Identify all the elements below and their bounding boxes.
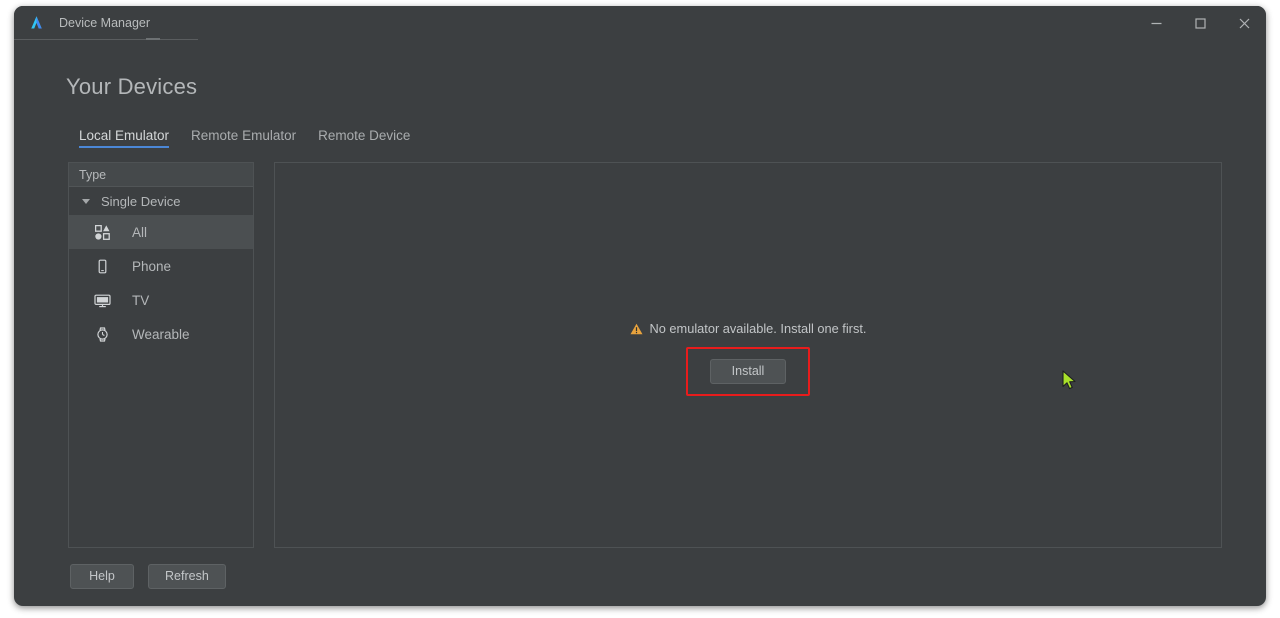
minimize-icon[interactable] [1134,6,1178,40]
tv-icon [93,291,111,309]
sidebar-item-label: Wearable [132,326,190,342]
footer-buttons: Help Refresh [70,564,226,589]
chevron-down-icon[interactable] [82,198,90,204]
all-shapes-icon [93,223,111,241]
warning-triangle-icon [630,323,643,334]
refresh-button[interactable]: Refresh [148,564,226,589]
sidebar-item-label: All [132,224,148,240]
sidebar-item-label: Phone [132,258,172,274]
sidebar-item-wearable[interactable]: Wearable [69,317,253,351]
maximize-icon[interactable] [1178,6,1222,40]
window-title: Device Manager [59,15,151,30]
window-tab-device-manager[interactable]: Device Manager [14,6,198,40]
content-area: Your Devices Local Emulator Remote Emula… [14,40,1266,606]
device-type-tabs: Local Emulator Remote Emulator Remote De… [68,128,421,148]
device-list-panel: No emulator available. Install one first… [274,162,1222,548]
page-title: Your Devices [66,74,198,99]
help-button[interactable]: Help [70,564,134,589]
sidebar-item-all[interactable]: All [69,215,253,249]
device-type-sidebar: Type Single Device All Phone TV Wearable [68,162,254,548]
empty-state-message-row: No emulator available. Install one first… [630,321,867,336]
sidebar-item-label: TV [132,292,150,308]
close-icon[interactable] [1222,6,1266,40]
tab-remote-emulator[interactable]: Remote Emulator [180,128,307,148]
empty-state: No emulator available. Install one first… [275,321,1221,396]
watch-icon [93,325,111,343]
sidebar-item-tv[interactable]: TV [69,283,253,317]
tab-local-emulator[interactable]: Local Emulator [68,128,180,148]
tree-group-label: Single Device [101,193,181,209]
install-button[interactable]: Install [710,359,786,384]
device-manager-window: Device Manager Your Devices Local Emulat… [14,6,1266,606]
sidebar-header-type: Type [69,163,253,187]
tab-remote-device[interactable]: Remote Device [307,128,421,148]
title-bar: Device Manager [14,6,1266,40]
phone-icon [93,257,111,275]
sidebar-item-phone[interactable]: Phone [69,249,253,283]
empty-state-message: No emulator available. Install one first… [649,321,867,336]
window-controls [1134,6,1266,40]
tree-group-single-device[interactable]: Single Device [69,187,253,215]
install-button-highlight: Install [686,347,810,396]
android-studio-logo-icon [31,16,42,29]
